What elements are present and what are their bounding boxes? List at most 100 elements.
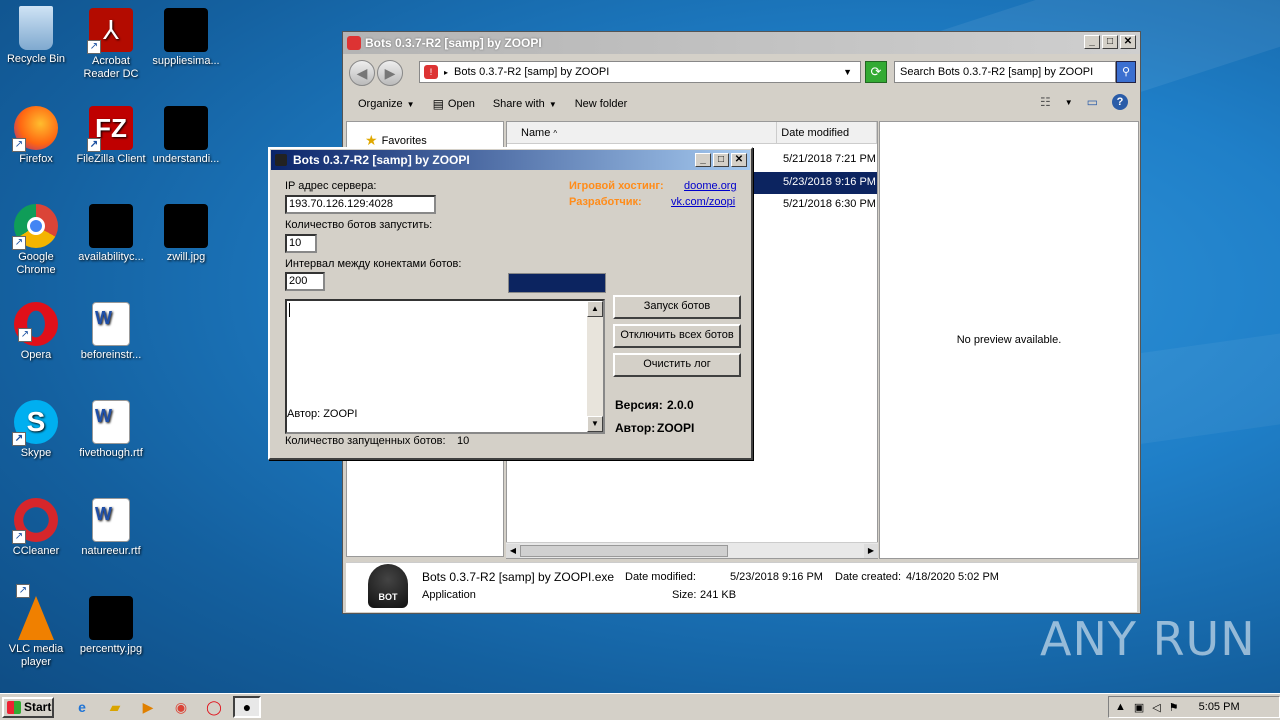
bot-dialog-window[interactable]: Bots 0.3.7-R2 [samp] by ZOOPI _ □ ✕ IP а… <box>268 147 753 460</box>
bot-count-input[interactable]: 10 <box>285 234 317 253</box>
chevron-up-icon[interactable]: ▲ <box>1115 701 1126 713</box>
desktop-icon-label: natureeur.rtf <box>81 545 141 557</box>
organize-menu[interactable]: Organize ▼ <box>358 98 415 110</box>
bot-app-taskbar-button[interactable]: ● <box>233 696 261 718</box>
view-options-icon[interactable]: ☷ <box>1040 95 1051 109</box>
address-bar[interactable]: ! ▸ Bots 0.3.7-R2 [samp] by ZOOPI ▼ <box>419 61 861 83</box>
desktop-icon-label: Recycle Bin <box>6 53 66 65</box>
desktop-icon-skype[interactable]: S ↗ Skype <box>0 400 74 460</box>
back-button[interactable]: ◀ <box>349 60 375 86</box>
column-header-name[interactable]: Name ^ <box>507 122 778 143</box>
scroll-up-icon[interactable]: ▲ <box>587 301 603 317</box>
bot-dialog-titlebar[interactable]: Bots 0.3.7-R2 [samp] by ZOOPI <box>271 150 750 170</box>
volume-icon[interactable]: ◁ <box>1152 701 1160 714</box>
refresh-button[interactable]: ⟳ <box>865 61 887 83</box>
new-folder-button[interactable]: New folder <box>575 98 628 110</box>
app-icon <box>347 36 361 50</box>
details-pane: BOT Bots 0.3.7-R2 [samp] by ZOOPI.exe Ap… <box>346 562 1137 612</box>
scroll-right-icon[interactable]: ▶ <box>864 544 878 558</box>
explorer-titlebar[interactable]: Bots 0.3.7-R2 [samp] by ZOOPI <box>343 32 1140 54</box>
table-row[interactable]: 5/21/2018 7:21 PM <box>783 153 876 165</box>
media-player-icon[interactable]: ▶ <box>134 696 162 718</box>
column-header-date-modified[interactable]: Date modified <box>777 122 877 143</box>
minimize-button[interactable]: _ <box>695 153 711 167</box>
maximize-button[interactable]: □ <box>1102 35 1118 49</box>
flag-icon[interactable]: ⚑ <box>1169 701 1179 714</box>
desktop-icon-beforeinstr[interactable]: W beforeinstr... <box>73 302 149 362</box>
app-icon <box>275 154 287 166</box>
vlc-icon: ↗ <box>16 584 54 640</box>
desktop-icon-label: Skype <box>20 447 52 459</box>
horizontal-scrollbar[interactable]: ◀ ▶ <box>506 542 878 558</box>
text-cursor <box>289 303 290 317</box>
desktop-icon-recycle-bin[interactable]: Recycle Bin <box>0 6 74 66</box>
desktop-icon-ccleaner[interactable]: ↗ CCleaner <box>0 498 74 558</box>
desktop-icon-fivethough[interactable]: W fivethough.rtf <box>73 400 149 460</box>
maximize-button[interactable]: □ <box>713 153 729 167</box>
desktop-icon-vlc[interactable]: ↗ VLC media player <box>0 584 74 669</box>
column-label: Date modified <box>781 127 850 139</box>
network-icon[interactable]: ▣ <box>1134 701 1144 714</box>
opera-icon[interactable]: ◯ <box>200 696 228 718</box>
minimize-button[interactable]: _ <box>1084 35 1100 49</box>
desktop-icon-label: suppliesima... <box>152 55 220 67</box>
scroll-left-icon[interactable]: ◀ <box>506 544 520 558</box>
desktop-icon-filezilla[interactable]: FZ ↗ FileZilla Client <box>73 106 149 166</box>
disconnect-all-bots-button[interactable]: Отключить всех ботов <box>613 324 741 348</box>
version-label: Версия: <box>615 398 663 412</box>
explorer-icon[interactable]: ▰ <box>101 696 129 718</box>
details-date-created-label: Date created: <box>835 571 902 583</box>
word-doc-icon: W <box>92 302 130 346</box>
opera-icon: ↗ <box>14 302 58 346</box>
acrobat-icon: ⅄ ↗ <box>87 8 133 54</box>
help-icon[interactable]: ? <box>1112 94 1128 110</box>
ie-icon[interactable]: e <box>68 696 96 718</box>
open-button[interactable]: ▤ Open <box>433 97 475 111</box>
desktop-icon-chrome[interactable]: ↗ Google Chrome <box>0 204 74 277</box>
clock[interactable]: 5:05 PM <box>1199 701 1240 713</box>
desktop-icon-understandi[interactable]: understandi... <box>148 106 224 166</box>
clear-log-button[interactable]: Очистить лог <box>613 353 741 377</box>
no-preview-text: No preview available. <box>956 334 1062 346</box>
desktop-icon-percentty[interactable]: percentty.jpg <box>73 596 149 656</box>
forward-button[interactable]: ▶ <box>377 60 403 86</box>
details-size-label: Size: <box>672 589 697 601</box>
chrome-icon[interactable]: ◉ <box>167 696 195 718</box>
developer-link[interactable]: vk.com/zoopi <box>671 196 735 208</box>
desktop-icon-firefox[interactable]: ↗ Firefox <box>0 106 74 166</box>
start-bots-button[interactable]: Запуск ботов <box>613 295 741 319</box>
preview-pane-icon[interactable]: ▭ <box>1087 95 1098 109</box>
interval-input[interactable]: 200 <box>285 272 325 291</box>
hosting-link[interactable]: doome.org <box>684 180 737 192</box>
desktop-icon-opera[interactable]: ↗ Opera <box>0 302 74 362</box>
scroll-down-icon[interactable]: ▼ <box>587 416 603 432</box>
chevron-down-icon[interactable]: ▼ <box>1065 98 1073 107</box>
table-row[interactable]: 5/21/2018 6:30 PM <box>783 198 876 210</box>
start-label: Start <box>24 700 52 714</box>
chevron-down-icon: ▼ <box>548 99 557 109</box>
desktop-icon-suppliesima[interactable]: suppliesima... <box>148 8 224 68</box>
desktop-icon-acrobat[interactable]: ⅄ ↗ Acrobat Reader DC <box>73 8 149 81</box>
desktop-icon-label: availabilityc... <box>78 251 144 263</box>
close-button[interactable]: ✕ <box>731 153 747 167</box>
chevron-down-icon[interactable]: ▼ <box>843 67 852 77</box>
desktop-icon-natureeur[interactable]: W natureeur.rtf <box>73 498 149 558</box>
desktop-icon-label: Google Chrome <box>16 251 56 276</box>
start-button[interactable]: Start <box>2 696 54 718</box>
desktop-icon-zwill[interactable]: zwill.jpg <box>148 204 224 264</box>
desktop-icon-label: fivethough.rtf <box>79 447 143 459</box>
table-row[interactable]: 5/23/2018 9:16 PM <box>783 176 876 188</box>
search-icon[interactable]: ⚲ <box>1116 61 1136 83</box>
ip-address-input[interactable]: 193.70.126.129:4028 <box>285 195 436 214</box>
log-scrollbar[interactable]: ▲ ▼ <box>587 301 603 432</box>
desktop-icon-availabilityc[interactable]: availabilityc... <box>73 204 149 264</box>
open-icon: ▤ <box>432 97 444 111</box>
share-with-menu[interactable]: Share with ▼ <box>493 98 557 110</box>
search-input[interactable]: Search Bots 0.3.7-R2 [samp] by ZOOPI <box>894 61 1116 83</box>
window-controls: _ □ ✕ <box>1084 35 1136 49</box>
progress-indicator <box>508 273 606 293</box>
share-with-label: Share with <box>492 98 545 110</box>
scrollbar-thumb[interactable] <box>520 545 728 557</box>
close-button[interactable]: ✕ <box>1120 35 1136 49</box>
log-textarea[interactable]: Автор: ZOOPI ▲ ▼ <box>285 299 605 434</box>
